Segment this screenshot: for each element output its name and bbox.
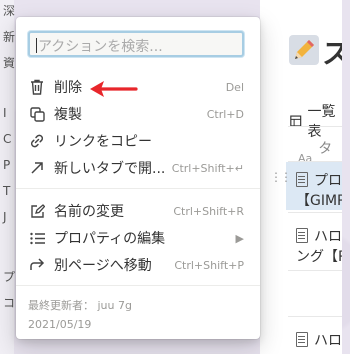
menu-separator (16, 188, 260, 189)
last-edited-date: 2021/05/19 (28, 318, 92, 331)
sidebar-glyph[interactable]: J (3, 210, 7, 224)
table-row[interactable]: ハロ (296, 226, 342, 246)
delete-menu-item[interactable]: 削除 Del (16, 74, 260, 100)
document-icon (296, 332, 308, 347)
open-new-tab-menu-item[interactable]: 新しいタブで開... Ctrl+Shift+↵ (16, 155, 260, 181)
list-icon (28, 229, 46, 247)
last-edited-by: 最終更新者： juu 7g (28, 299, 132, 312)
duplicate-icon (28, 105, 46, 123)
sidebar: 深 新 資 I C P T J プ コ (0, 0, 15, 354)
sidebar-glyph[interactable]: プ (3, 268, 15, 285)
annotation-arrow-icon (90, 81, 138, 97)
duplicate-menu-item[interactable]: 複製 Ctrl+D (16, 101, 260, 127)
edit-properties-menu-item[interactable]: プロパティの編集 ▶ (16, 225, 260, 251)
drag-handle-icon[interactable]: ⋮⋮ (270, 170, 292, 184)
copy-link-menu-item[interactable]: リンクをコピー (16, 128, 260, 154)
rename-menu-item[interactable]: 名前の変更 Ctrl+Shift+R (16, 198, 260, 224)
divider (288, 316, 342, 317)
sidebar-glyph[interactable]: I (3, 106, 7, 120)
sidebar-glyph[interactable]: C (3, 132, 11, 146)
view-label: 一覧表 (307, 104, 336, 140)
table-row[interactable]: プロ (296, 170, 342, 190)
sidebar-glyph[interactable]: 深 (3, 2, 15, 19)
page-actions-menu: アクションを検索... 削除 Del 複製 Ctrl+D リンクをコピー 新しい… (16, 17, 260, 339)
sidebar-glyph[interactable]: 資 (3, 54, 15, 71)
table-row[interactable]: ハロ (296, 330, 342, 350)
text-caret (36, 38, 37, 53)
trash-icon (28, 78, 46, 96)
document-icon (296, 172, 308, 187)
link-icon (28, 132, 46, 150)
divider (288, 126, 342, 127)
document-icon (296, 228, 308, 243)
move-to-menu-item[interactable]: 別ページへ移動 Ctrl+Shift+P (16, 252, 260, 278)
table-row-subtext: 【GIMP】 (296, 193, 342, 209)
action-search-input[interactable]: アクションを検索... (28, 31, 244, 57)
sidebar-glyph[interactable]: 新 (3, 28, 15, 45)
table-view-tab[interactable]: 一覧表 (290, 101, 342, 141)
table-row-subtext: ング【Py (296, 249, 342, 265)
arrow-up-right-icon (28, 159, 46, 177)
page-title[interactable]: ス (322, 32, 342, 72)
sidebar-glyph[interactable]: P (3, 158, 10, 172)
submenu-caret-icon: ▶ (235, 231, 244, 245)
page-content: ス 一覧表 Aa タイ ⋮⋮ プロ 【GIMP】 ハロ ング【Py ハロ (260, 0, 342, 354)
move-arrow-icon (28, 256, 46, 274)
divider (288, 212, 342, 213)
divider (288, 270, 342, 271)
menu-separator (16, 285, 260, 286)
sidebar-glyph[interactable]: コ (3, 294, 15, 311)
pencil-page-icon[interactable] (289, 35, 319, 65)
sidebar-glyph[interactable]: T (3, 184, 10, 198)
rename-icon (28, 202, 46, 220)
